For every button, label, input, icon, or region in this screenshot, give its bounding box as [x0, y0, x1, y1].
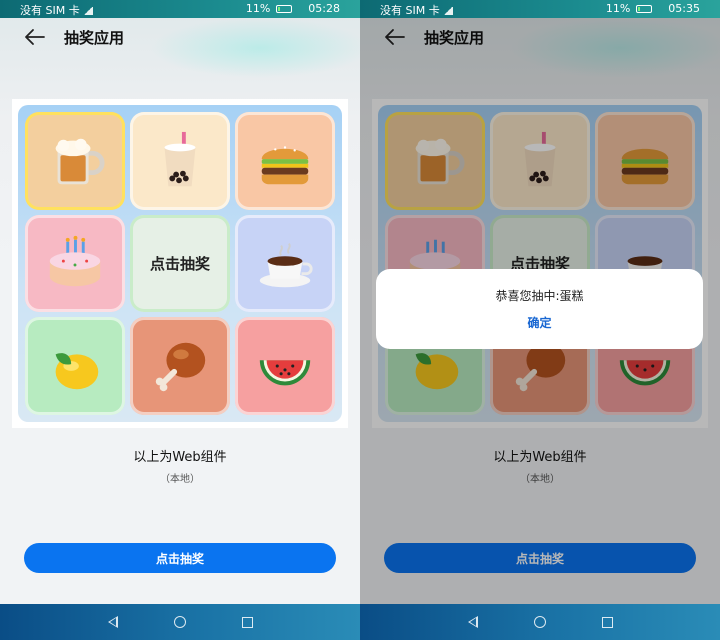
back-arrow-icon[interactable] — [24, 28, 46, 46]
watermelon-icon — [259, 360, 311, 386]
nav-recents-icon[interactable] — [601, 616, 613, 628]
web-component-caption: 以上为Web组件 — [133, 450, 227, 465]
beer-icon — [55, 138, 105, 185]
system-nav-bar — [0, 604, 360, 640]
phone-screen-after: 没有 SIM 卡 11% 05:35 抽奖应用 点击抽奖 以上为Web组件 （本… — [360, 0, 720, 640]
nav-home-icon[interactable] — [173, 616, 186, 628]
web-component-subcaption: （本地） — [160, 474, 200, 485]
result-dialog: 恭喜您抽中:蛋糕 确定 — [376, 269, 703, 349]
nav-recents-icon[interactable] — [241, 616, 253, 628]
bubble-tea-icon — [164, 131, 196, 187]
phone-screen-before: 没有 SIM 卡 11% 05:28 抽奖应用 点击抽奖 以上为Web组件 （本… — [0, 0, 360, 640]
nav-back-icon[interactable] — [107, 616, 118, 628]
lottery-board: 点击抽奖 — [18, 105, 342, 422]
clock: 05:28 — [308, 2, 340, 15]
cake-icon — [49, 236, 101, 287]
status-bar: 没有 SIM 卡 11% 05:28 — [0, 0, 360, 18]
prize-cell-lemon[interactable] — [25, 317, 125, 415]
dialog-confirm-button[interactable]: 确定 — [376, 314, 703, 331]
system-nav-bar — [360, 604, 720, 640]
status-bar: 没有 SIM 卡 11% 05:35 — [360, 0, 720, 18]
prize-cell-coffee[interactable] — [235, 214, 335, 313]
dialog-message: 恭喜您抽中:蛋糕 — [495, 289, 584, 303]
battery-percent: 11% — [245, 2, 271, 15]
prize-cell-chicken-leg[interactable] — [130, 317, 230, 415]
carrier-label: 没有 SIM 卡 — [380, 2, 453, 18]
web-component: 点击抽奖 — [12, 99, 348, 428]
page-title: 抽奖应用 — [64, 29, 125, 47]
lemon-icon — [55, 353, 99, 390]
nav-home-icon[interactable] — [533, 616, 546, 628]
nav-back-icon[interactable] — [467, 616, 478, 628]
draw-center-label: 点击抽奖 — [149, 254, 210, 273]
app-header: 抽奖应用 — [0, 18, 360, 56]
battery-percent: 11% — [605, 2, 631, 15]
prize-cell-beer[interactable] — [25, 112, 125, 210]
coffee-icon — [259, 243, 313, 288]
prize-cell-watermelon[interactable] — [235, 317, 335, 415]
draw-center-cell[interactable]: 点击抽奖 — [130, 214, 230, 313]
signal-icon — [442, 7, 453, 15]
battery-icon — [276, 4, 293, 13]
draw-button[interactable]: 点击抽奖 — [24, 543, 336, 573]
prize-cell-cake[interactable] — [25, 214, 125, 313]
carrier-label: 没有 SIM 卡 — [20, 2, 93, 18]
clock: 05:35 — [668, 2, 700, 15]
prize-cell-bubble-tea[interactable] — [130, 112, 230, 210]
prize-cell-burger[interactable] — [235, 112, 335, 210]
chicken-leg-icon — [155, 342, 206, 392]
burger-icon — [261, 146, 309, 185]
battery-icon — [636, 4, 653, 13]
signal-icon — [82, 7, 93, 15]
